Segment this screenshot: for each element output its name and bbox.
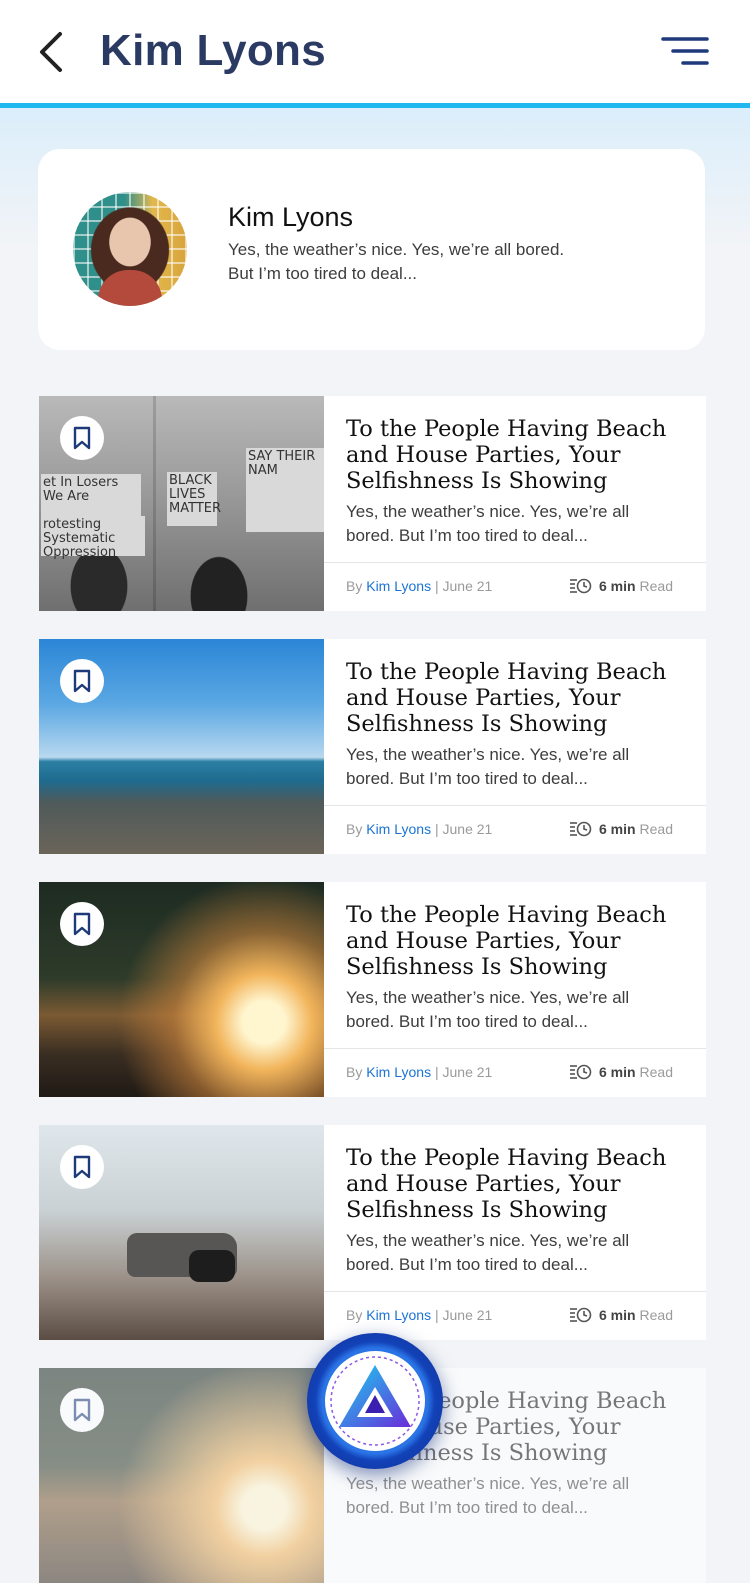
- article-meta: By Kim Lyons | June 21: [346, 1064, 492, 1080]
- article-title[interactable]: To the People Having Beach and House Par…: [346, 1145, 686, 1223]
- article-excerpt: Yes, the weather’s nice. Yes, we’re all …: [346, 745, 630, 788]
- read-time: 6 min Read: [569, 1064, 673, 1080]
- read-time-value: 6 min: [598, 1307, 636, 1323]
- article-image: [39, 1368, 324, 1583]
- author-link[interactable]: Kim Lyons: [366, 821, 431, 837]
- bookmark-icon: [73, 426, 91, 450]
- read-label: Read: [639, 821, 673, 837]
- read-label: Read: [639, 1064, 673, 1080]
- bookmark-button[interactable]: [60, 659, 104, 703]
- article-image: [39, 1125, 324, 1340]
- drone-camera-shape: [189, 1250, 235, 1282]
- article-excerpt: Yes, the weather’s nice. Yes, we’re all …: [346, 502, 630, 545]
- read-label: Read: [639, 1307, 673, 1323]
- profile-card: Kim Lyons Yes, the weather’s nice. Yes, …: [38, 149, 705, 350]
- article-date: | June 21: [434, 821, 493, 837]
- read-time-value: 6 min: [598, 821, 636, 837]
- read-time: 6 min Read: [569, 1307, 673, 1323]
- bookmark-button[interactable]: [60, 902, 104, 946]
- article-image: [39, 639, 324, 854]
- article-meta: By Kim Lyons | June 21: [346, 578, 492, 594]
- article-card[interactable]: To the People Having Beach and House Par…: [39, 1125, 706, 1340]
- by-label: By: [346, 1307, 363, 1323]
- article-meta: By Kim Lyons | June 21: [346, 821, 492, 837]
- menu-button[interactable]: [660, 34, 710, 70]
- back-button[interactable]: [34, 30, 74, 74]
- article-image: et In Losers We Are BLACK LIVES MATTER S…: [39, 396, 324, 611]
- profile-bio-line: Yes, the weather’s nice. Yes, we’re all …: [228, 240, 565, 259]
- divider: [324, 562, 706, 563]
- fab-button[interactable]: [307, 1333, 443, 1469]
- protest-sign: rotesting Systematic Oppression: [41, 516, 145, 560]
- protest-sign: SAY THEIR NAM: [246, 448, 324, 532]
- bookmark-icon: [73, 912, 91, 936]
- article-meta: By Kim Lyons | June 21: [346, 1307, 492, 1323]
- divider: [324, 805, 706, 806]
- read-time-value: 6 min: [598, 578, 636, 594]
- by-label: By: [346, 821, 363, 837]
- profile-bio-line: But I’m too tired to deal...: [228, 264, 417, 283]
- protest-sign: et In Losers We Are: [41, 474, 141, 518]
- article-excerpt: Yes, the weather’s nice. Yes, we’re all …: [346, 1474, 630, 1517]
- fab-inner: [325, 1351, 425, 1451]
- protest-sign: BLACK LIVES MATTER: [167, 472, 221, 526]
- read-time: 6 min Read: [569, 821, 673, 837]
- profile-name: Kim Lyons: [228, 202, 354, 232]
- read-clock-icon: [569, 1064, 592, 1080]
- read-time-value: 6 min: [598, 1064, 636, 1080]
- page-title: Kim Lyons: [100, 26, 326, 75]
- read-time: 6 min Read: [569, 578, 673, 594]
- author-link[interactable]: Kim Lyons: [366, 1064, 431, 1080]
- article-title[interactable]: To the People Having Beach and House Par…: [346, 902, 686, 980]
- bookmark-icon: [73, 669, 91, 693]
- avatar[interactable]: [73, 192, 187, 306]
- bookmark-button[interactable]: [60, 1145, 104, 1189]
- chevron-left-icon: [40, 32, 62, 72]
- article-title[interactable]: To the People Having Beach and House Par…: [346, 416, 686, 494]
- profile-bio: Yes, the weather’s nice. Yes, we’re all …: [228, 238, 628, 286]
- bookmark-button[interactable]: [60, 416, 104, 460]
- article-title[interactable]: To the People Having Beach and House Par…: [346, 659, 686, 737]
- menu-lines-icon: [661, 37, 709, 65]
- article-excerpt: Yes, the weather’s nice. Yes, we’re all …: [346, 1231, 630, 1274]
- triangle-logo-icon: [330, 1356, 420, 1446]
- read-clock-icon: [569, 1307, 592, 1323]
- article-date: | June 21: [434, 578, 493, 594]
- article-excerpt: Yes, the weather’s nice. Yes, we’re all …: [346, 988, 630, 1031]
- read-clock-icon: [569, 821, 592, 837]
- article-date: | June 21: [434, 1064, 493, 1080]
- by-label: By: [346, 578, 363, 594]
- article-card[interactable]: et In Losers We Are BLACK LIVES MATTER S…: [39, 396, 706, 611]
- bookmark-icon: [73, 1398, 91, 1422]
- article-image: [39, 882, 324, 1097]
- author-link[interactable]: Kim Lyons: [366, 1307, 431, 1323]
- article-card[interactable]: To the People Having Beach and House Par…: [39, 882, 706, 1097]
- article-date: | June 21: [434, 1307, 493, 1323]
- author-link[interactable]: Kim Lyons: [366, 578, 431, 594]
- by-label: By: [346, 1064, 363, 1080]
- article-card[interactable]: To the People Having Beach and House Par…: [39, 639, 706, 854]
- divider: [324, 1048, 706, 1049]
- bookmark-icon: [73, 1155, 91, 1179]
- bookmark-button[interactable]: [60, 1388, 104, 1432]
- app-header: Kim Lyons: [0, 0, 750, 108]
- divider: [324, 1291, 706, 1292]
- read-label: Read: [639, 578, 673, 594]
- read-clock-icon: [569, 578, 592, 594]
